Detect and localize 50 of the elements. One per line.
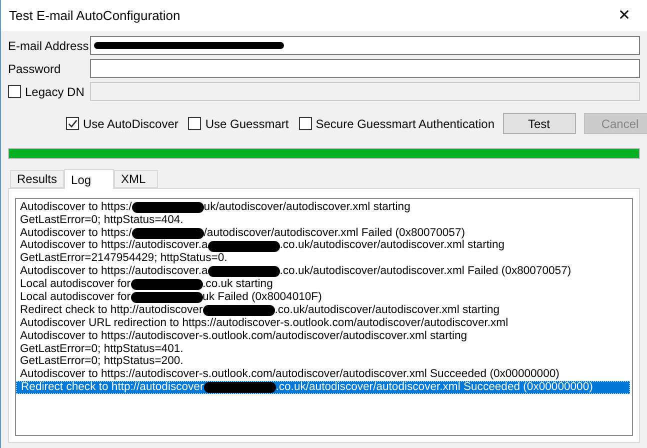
log-entry[interactable]: Autodiscover to https:/ /autodiscover/autodiscover.xml Failed (0x80070057)	[16, 226, 632, 240]
log-entry[interactable]: Autodiscover to https://autodiscover-s.outlook.com/autodiscover/autodiscover.xml Succeeded (0x00000000)	[16, 368, 632, 382]
checkbox-label: Secure Guessmart Authentication	[316, 116, 494, 132]
tab[interactable]: XML	[114, 170, 158, 188]
log-text: GetLastError=0; httpStatus=404.	[20, 214, 184, 226]
log-entry[interactable]: GetLastError=0; httpStatus=404.	[16, 214, 632, 227]
field-label: Password	[8, 60, 62, 78]
log-text: Redirect check to http://autodiscover	[21, 382, 204, 394]
log-entry[interactable]: Local autodiscover for .co.uk starting	[16, 278, 632, 292]
log-text: .co.uk starting	[202, 279, 273, 290]
log-text: Autodiscover to https://autodiscover-s.outlook.com/autodiscover/autodiscover.xml Succeeded (0x00000000)	[20, 369, 560, 381]
log-text: Local autodiscover for	[20, 292, 131, 304]
log-text: Autodiscover to https:/	[20, 228, 132, 239]
log-text: Autodiscover to https://autodiscover.a	[20, 240, 208, 252]
field-label: E-mail Address	[8, 38, 86, 54]
log-text: .co.uk/autodiscover/autodiscover.xml starting	[280, 240, 505, 252]
log-text: GetLastError=2147954429; httpStatus=0.	[20, 253, 228, 265]
log-text: GetLastError=0; httpStatus=200.	[20, 356, 184, 368]
log-entry[interactable]: Autodiscover to https:/ uk/autodiscover/autodiscover.xml starting	[16, 201, 632, 214]
tab[interactable]: Log	[64, 169, 114, 189]
log-text: .co.uk/autodiscover/autodiscover.xml starting	[274, 304, 500, 316]
log-text: uk Failed (0x8004010F)	[202, 292, 322, 304]
log-text: Autodiscover URL redirection to https://autodiscover-s.outlook.com/autodiscover/autodiscover.xml	[20, 318, 508, 330]
close-button[interactable]: ✕	[614, 8, 635, 23]
log-text: .co.uk/autodiscover/autodiscover.xml Failed (0x80070057)	[280, 266, 572, 278]
log-text: Local autodiscover for	[20, 279, 131, 290]
log-entry[interactable]: Autodiscover to https://autodiscover.a .co.uk/autodiscover/autodiscover.xml Failed (0x80070057)	[16, 265, 632, 278]
log-text: Redirect check to http://autodiscover	[20, 304, 203, 316]
log-entry[interactable]: GetLastError=0; httpStatus=200.	[16, 356, 632, 369]
log-entry[interactable]: Autodiscover to https://autodiscover-s.outlook.com/autodiscover/autodiscover.xml starting	[16, 330, 632, 343]
log-text: uk/autodiscover/autodiscover.xml starting	[204, 202, 410, 214]
log-entry[interactable]: Autodiscover URL redirection to https://autodiscover-s.outlook.com/autodiscover/autodiscover.xml	[16, 317, 632, 330]
log-entry[interactable]: Redirect check to http://autodiscover .co.uk/autodiscover/autodiscover.xml Succeeded (0x00000000)	[16, 381, 630, 394]
log-text: .co.uk/autodiscover/autodiscover.xml Succeeded (0x00000000)	[276, 382, 593, 394]
log-text: /autodiscover/autodiscover.xml Failed (0x80070057)	[204, 228, 466, 239]
checkbox-label: Use AutoDiscover	[83, 116, 178, 132]
log-entry[interactable]: Local autodiscover for uk Failed (0x8004010F)	[16, 291, 632, 304]
log-entry[interactable]: GetLastError=2147954429; httpStatus=0.	[16, 252, 632, 266]
tab[interactable]: Results	[10, 170, 64, 188]
dialog-button[interactable]: Test	[502, 113, 576, 134]
log-text: Autodiscover to https://autodiscover-s.outlook.com/autodiscover/autodiscover.xml starting	[20, 330, 468, 342]
log-text: GetLastError=0; httpStatus=401.	[20, 344, 184, 355]
checkbox-label: Use Guessmart	[205, 116, 289, 132]
log-text: Autodiscover to https://autodiscover.a	[20, 266, 208, 278]
window-title: Test E-mail AutoConfiguration	[9, 6, 180, 25]
log-entry[interactable]: Autodiscover to https://autodiscover.a .co.uk/autodiscover/autodiscover.xml starting	[16, 240, 632, 253]
checkbox-label: Legacy DN	[25, 84, 84, 100]
log-text: Autodiscover to https:/	[20, 202, 132, 214]
log-entry[interactable]: Redirect check to http://autodiscover .co.uk/autodiscover/autodiscover.xml starting	[16, 304, 632, 318]
log-entry[interactable]: GetLastError=0; httpStatus=401.	[16, 342, 632, 356]
